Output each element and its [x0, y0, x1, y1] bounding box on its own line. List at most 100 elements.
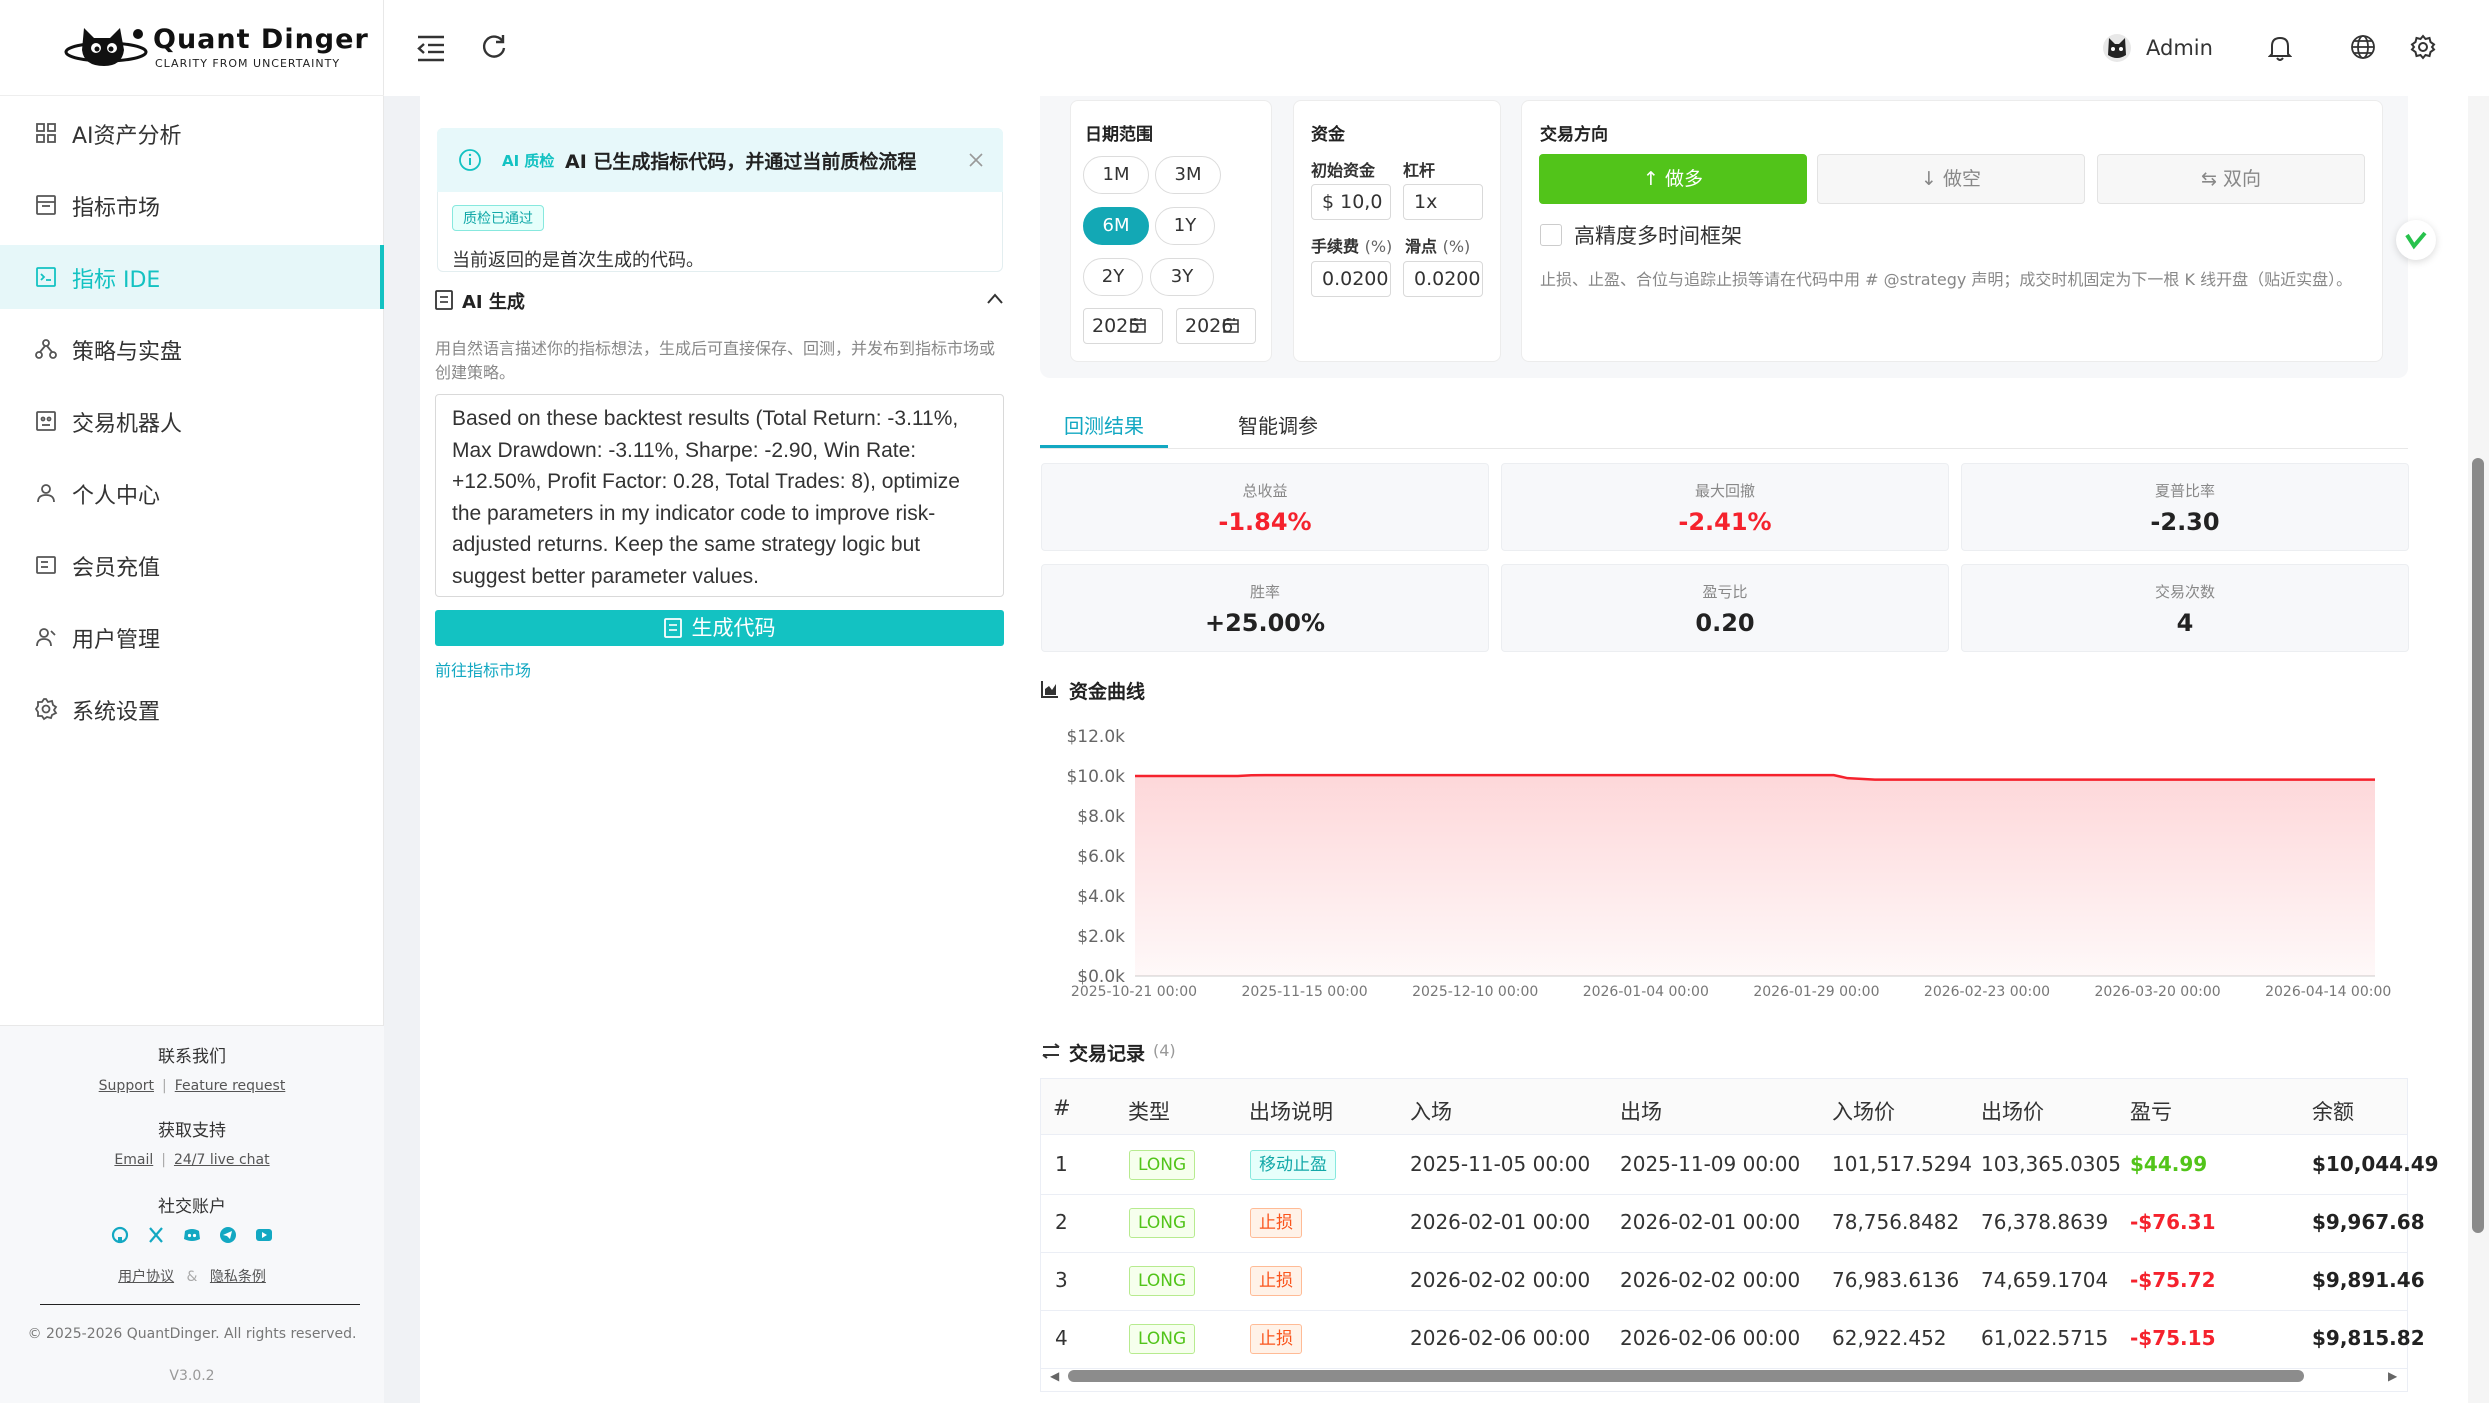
col-exit-reason: 出场说明	[1249, 1100, 1333, 1124]
copyright: © 2025-2026 QuantDinger. All rights rese…	[27, 1326, 357, 1342]
sidebar-item-strategy[interactable]: 策略与实盘	[0, 317, 384, 381]
col-balance: 余额	[2312, 1100, 2354, 1124]
ai-generate-description: 用自然语言描述你的指标想法，生成后可直接保存、回测，并发布到指标市场或创建策略。	[435, 339, 996, 382]
table-horizontal-scrollbar[interactable]	[1068, 1370, 2304, 1382]
globe-icon[interactable]	[2350, 34, 2376, 60]
support-link[interactable]: Support	[99, 1078, 154, 1094]
type-badge: LONG	[1129, 1208, 1196, 1238]
sidebar-item-user-management[interactable]: 用户管理	[0, 605, 384, 669]
user-name[interactable]: Admin	[2146, 36, 2213, 60]
high-precision-label[interactable]: 高精度多时间框架	[1574, 220, 1742, 250]
generate-code-button[interactable]: 生成代码	[435, 610, 1004, 646]
chevron-up-icon[interactable]	[986, 292, 1004, 306]
trades-table-header	[1041, 1079, 2407, 1135]
y-tick-label: $12.0k	[1066, 727, 1125, 747]
privacy-link[interactable]: 隐私条例	[210, 1269, 266, 1285]
tab-smart-tuning[interactable]: 智能调参	[1238, 410, 1318, 439]
sidebar-item-indicator-market[interactable]: 指标市场	[0, 173, 384, 237]
telegram-icon[interactable]	[218, 1225, 238, 1245]
col-entry-price: 入场价	[1832, 1100, 1895, 1124]
scroll-left-icon[interactable]: ◀	[1050, 1369, 1059, 1383]
cell-balance: $9,891.46	[2312, 1268, 2425, 1292]
user-icon	[37, 484, 55, 503]
avatar[interactable]	[2102, 33, 2132, 63]
slippage-label: 滑点 (%)	[1405, 233, 1470, 257]
range-6m-button[interactable]: 6M	[1083, 207, 1149, 245]
email-link[interactable]: Email	[114, 1152, 153, 1168]
settings-icon[interactable]	[2410, 34, 2436, 60]
exit-reason-badge: 移动止盈	[1250, 1150, 1336, 1180]
fee-label-text: 手续费	[1311, 237, 1360, 256]
exit-reason-badge: 止损	[1250, 1208, 1302, 1238]
range-2y-button[interactable]: 2Y	[1083, 258, 1143, 296]
cell-pnl: -$75.72	[2130, 1268, 2216, 1292]
range-3y-button[interactable]: 3Y	[1150, 258, 1214, 296]
fee-label: 手续费 (%)	[1311, 233, 1392, 257]
code-file-icon	[663, 618, 682, 638]
start-date-input[interactable]: 2025	[1083, 308, 1163, 344]
equity-chart: $12.0k$10.0k$8.0k$6.0k$4.0k$2.0k$0.0k202…	[1066, 727, 2391, 1000]
cell-exit-time: 2026-02-01 00:00	[1620, 1210, 1801, 1234]
sidebar-item-membership[interactable]: 会员充值	[0, 533, 384, 597]
short-button[interactable]: ↓ 做空	[1817, 154, 2085, 204]
prompt-input[interactable]: Based on these backtest results (Total R…	[435, 394, 1004, 597]
youtube-icon[interactable]	[254, 1225, 274, 1245]
end-date-input[interactable]: 2026	[1176, 308, 1256, 344]
tabs-divider	[1040, 448, 2408, 449]
high-precision-checkbox[interactable]	[1540, 224, 1562, 246]
menu-fold-icon[interactable]	[416, 34, 446, 62]
cell-exit-time: 2026-02-02 00:00	[1620, 1268, 1801, 1292]
metric-value: -2.30	[2150, 508, 2220, 536]
goto-market-link[interactable]: 前往指标市场	[435, 657, 531, 681]
range-1m-button[interactable]: 1M	[1083, 156, 1149, 194]
code-icon	[36, 267, 56, 287]
terms-link[interactable]: 用户协议	[118, 1269, 174, 1285]
leverage-input[interactable]: 1x	[1403, 184, 1483, 220]
contact-title: 联系我们	[158, 1047, 226, 1067]
feature-request-link[interactable]: Feature request	[175, 1078, 286, 1094]
tab-backtest-results[interactable]: 回测结果	[1064, 410, 1144, 439]
sidebar-item-indicator-ide[interactable]: 指标 IDE	[0, 245, 384, 309]
social-icons	[110, 1225, 274, 1245]
area-chart-icon	[1041, 681, 1058, 698]
close-icon[interactable]	[968, 152, 984, 168]
sidebar-item-profile[interactable]: 个人中心	[0, 461, 384, 525]
x-tick-label: 2025-12-10 00:00	[1412, 984, 1538, 1000]
calendar-icon	[1130, 318, 1146, 333]
x-icon[interactable]	[146, 1225, 166, 1245]
slippage-input[interactable]: 0.0200	[1403, 261, 1483, 297]
sidebar-item-trading-bot[interactable]: 交易机器人	[0, 389, 384, 453]
fee-input[interactable]: 0.0200	[1311, 261, 1391, 297]
metric-label: 盈亏比	[1702, 583, 1748, 601]
sidebar-item-ai-analysis[interactable]: AI资产分析	[0, 101, 384, 165]
logo[interactable]: Quant Dinger CLARITY FROM UNCERTAINTY	[0, 0, 384, 96]
range-1y-button[interactable]: 1Y	[1155, 207, 1215, 245]
refresh-icon[interactable]	[480, 32, 508, 60]
metric-profit-factor: 盈亏比 0.20	[1501, 564, 1949, 652]
x-tick-label: 2026-01-29 00:00	[1753, 984, 1879, 1000]
floating-assistant-button[interactable]	[2396, 220, 2436, 260]
long-label: 做多	[1664, 168, 1703, 190]
page-scrollbar[interactable]	[2472, 458, 2484, 1233]
range-3m-button[interactable]: 3M	[1155, 156, 1221, 194]
type-badge: LONG	[1129, 1324, 1196, 1354]
initial-capital-input[interactable]: $ 10,0	[1311, 184, 1391, 220]
github-icon[interactable]	[110, 1225, 130, 1245]
sidebar-item-settings[interactable]: 系统设置	[0, 677, 384, 741]
col-type: 类型	[1128, 1100, 1170, 1124]
sidebar-item-label: 指标 IDE	[72, 268, 161, 293]
version: V3.0.2	[169, 1368, 215, 1384]
long-button[interactable]: ↑ 做多	[1539, 154, 1807, 204]
col-entry: 入场	[1410, 1100, 1452, 1124]
bell-icon[interactable]	[2268, 34, 2292, 62]
both-button[interactable]: ⇆ 双向	[2097, 154, 2365, 204]
cell-balance: $9,815.82	[2312, 1326, 2425, 1350]
qc-tag: AI 质检	[502, 152, 555, 170]
live-chat-link[interactable]: 24/7 live chat	[174, 1152, 270, 1168]
metric-value: 4	[2176, 609, 2194, 637]
y-tick-label: $10.0k	[1066, 767, 1125, 787]
scroll-right-icon[interactable]: ▶	[2388, 1369, 2397, 1383]
discord-icon[interactable]	[182, 1225, 202, 1245]
qc-title: AI 已生成指标代码，并通过当前质检流程	[565, 151, 917, 173]
table-row-divider	[1041, 1368, 2407, 1369]
